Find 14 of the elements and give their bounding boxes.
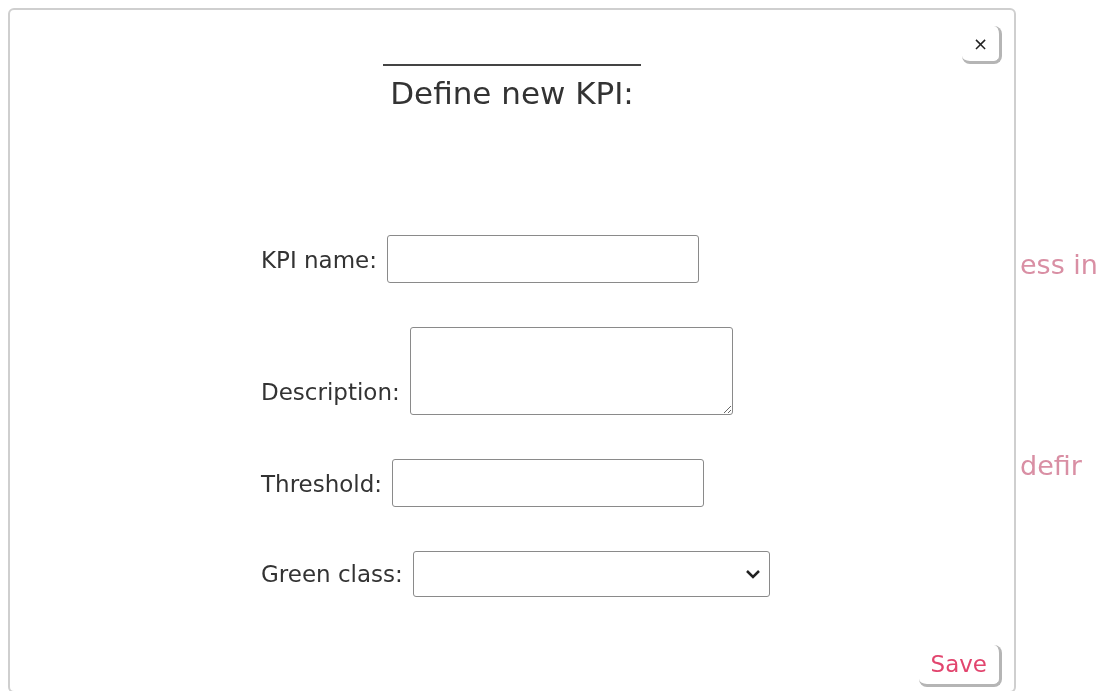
dropdown-field[interactable] [412,550,770,597]
description-field[interactable] [409,326,733,415]
background-text: defir [1020,448,1083,483]
chevron-down-icon [744,567,761,580]
close-button[interactable]: × [962,26,1002,64]
background-text: ess in [1020,248,1098,282]
dialog-title: Define new KPI: [383,64,641,117]
field-label: KPI name: [261,246,378,275]
text-field[interactable] [387,234,700,283]
save-button[interactable]: Save [918,645,1002,687]
field-label: Description: [261,378,400,407]
field-label: Threshold: [261,470,383,499]
text-field[interactable] [392,458,705,507]
field-label: Green class: [261,560,403,589]
